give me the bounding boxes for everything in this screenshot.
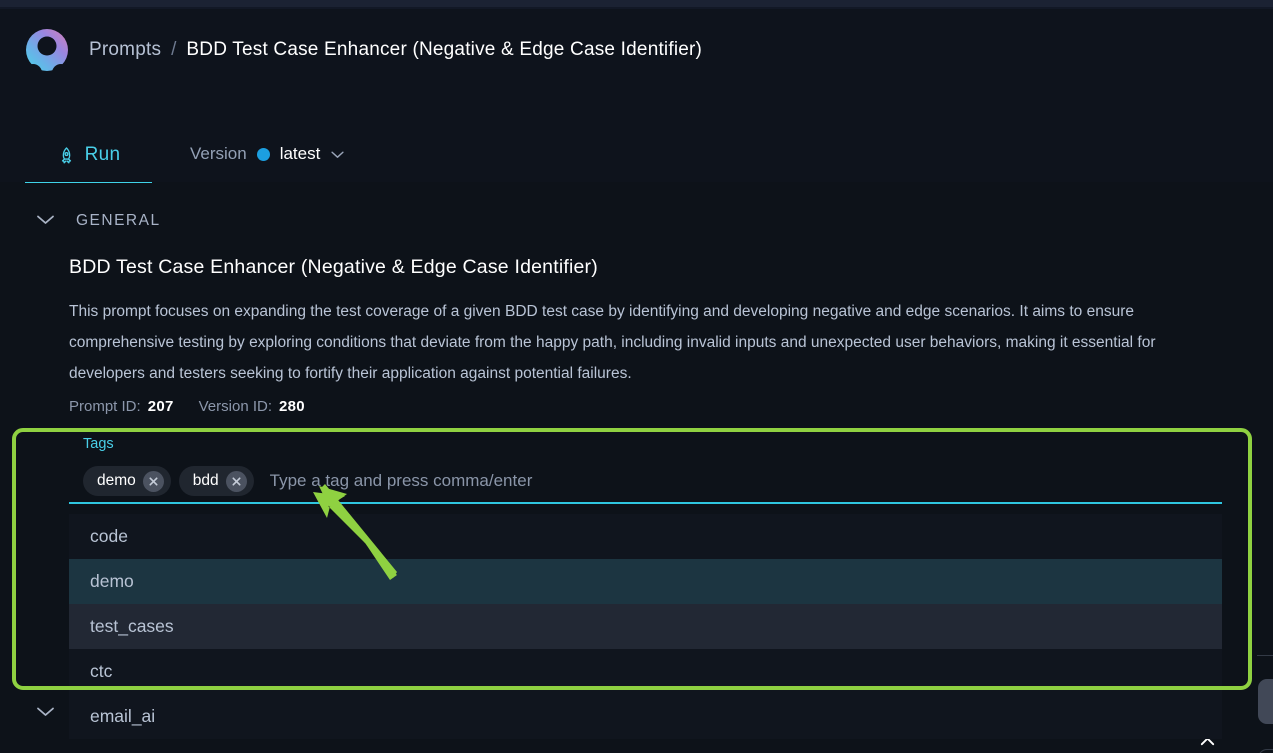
edge-panel-handle[interactable] xyxy=(1258,679,1273,724)
version-status-dot xyxy=(256,147,270,161)
identifier-row: Prompt ID: 207 Version ID: 280 xyxy=(69,398,305,415)
tag-chip-label: bdd xyxy=(192,472,219,489)
tag-suggestion-email-ai[interactable]: email_ai xyxy=(69,694,1222,739)
prompt-id-value: 207 xyxy=(147,398,174,415)
tags-field: Tags demo bdd Type a tag and press comma… xyxy=(0,436,1273,746)
tag-suggestion-test-cases[interactable]: test_cases xyxy=(69,604,1222,649)
breadcrumb: Prompts / BDD Test Case Enhancer (Negati… xyxy=(89,39,702,61)
tag-chip-bdd: bdd xyxy=(178,466,254,496)
tag-suggestions-list: code demo test_cases ctc email_ai xyxy=(69,514,1222,739)
prompt-id-label: Prompt ID: xyxy=(69,398,141,415)
edge-divider xyxy=(1257,655,1273,656)
tags-text-input-placeholder[interactable]: Type a tag and press comma/enter xyxy=(270,471,1222,491)
section-general-title: GENERAL xyxy=(76,212,161,229)
prompt-title: BDD Test Case Enhancer (Negative & Edge … xyxy=(69,256,598,278)
chevron-down-icon xyxy=(36,704,55,721)
tab-run-label: Run xyxy=(84,144,121,165)
breadcrumb-current-page: BDD Test Case Enhancer (Negative & Edge … xyxy=(186,39,703,60)
chevron-down-icon xyxy=(36,212,55,230)
rocket-icon xyxy=(57,146,76,165)
edge-side-panel xyxy=(1258,749,1273,753)
tag-chip-label: demo xyxy=(97,472,136,489)
app-logo-ring-icon[interactable] xyxy=(24,27,70,73)
tag-suggestion-code[interactable]: code xyxy=(69,514,1222,559)
breadcrumb-separator: / xyxy=(171,39,177,60)
version-label: Version xyxy=(190,144,247,163)
close-circle-icon[interactable] xyxy=(225,470,247,492)
tags-label: Tags xyxy=(83,436,114,452)
section-collapse-toggle[interactable] xyxy=(36,704,55,722)
tag-suggestion-demo[interactable]: demo xyxy=(69,559,1222,604)
tags-input-row[interactable]: demo bdd Type a tag and press comma/ente… xyxy=(69,460,1222,504)
app-root: Prompts / BDD Test Case Enhancer (Negati… xyxy=(0,0,1273,753)
chevron-down-icon xyxy=(330,150,345,159)
version-value: latest xyxy=(279,144,321,163)
version-id-value: 280 xyxy=(279,398,305,415)
version-id-label: Version ID: xyxy=(198,398,272,415)
main-content: GENERAL BDD Test Case Enhancer (Negative… xyxy=(0,183,1273,753)
page-header: Prompts / BDD Test Case Enhancer (Negati… xyxy=(0,9,1273,292)
brand-row: Prompts / BDD Test Case Enhancer (Negati… xyxy=(24,27,702,73)
tab-run[interactable]: Run xyxy=(25,128,152,185)
tag-suggestion-ctc[interactable]: ctc xyxy=(69,649,1222,694)
tag-chip-demo: demo xyxy=(83,466,171,496)
browser-chrome-strip xyxy=(0,0,1273,7)
close-circle-icon[interactable] xyxy=(142,470,164,492)
section-general-header[interactable]: GENERAL xyxy=(36,212,161,230)
toolbar: Run Version latest Publish Save As Versi… xyxy=(0,128,1273,292)
prompt-description: This prompt focuses on expanding the tes… xyxy=(69,303,1156,382)
breadcrumb-prompts-link[interactable]: Prompts xyxy=(89,39,161,61)
version-selector[interactable]: Version latest xyxy=(190,144,345,164)
